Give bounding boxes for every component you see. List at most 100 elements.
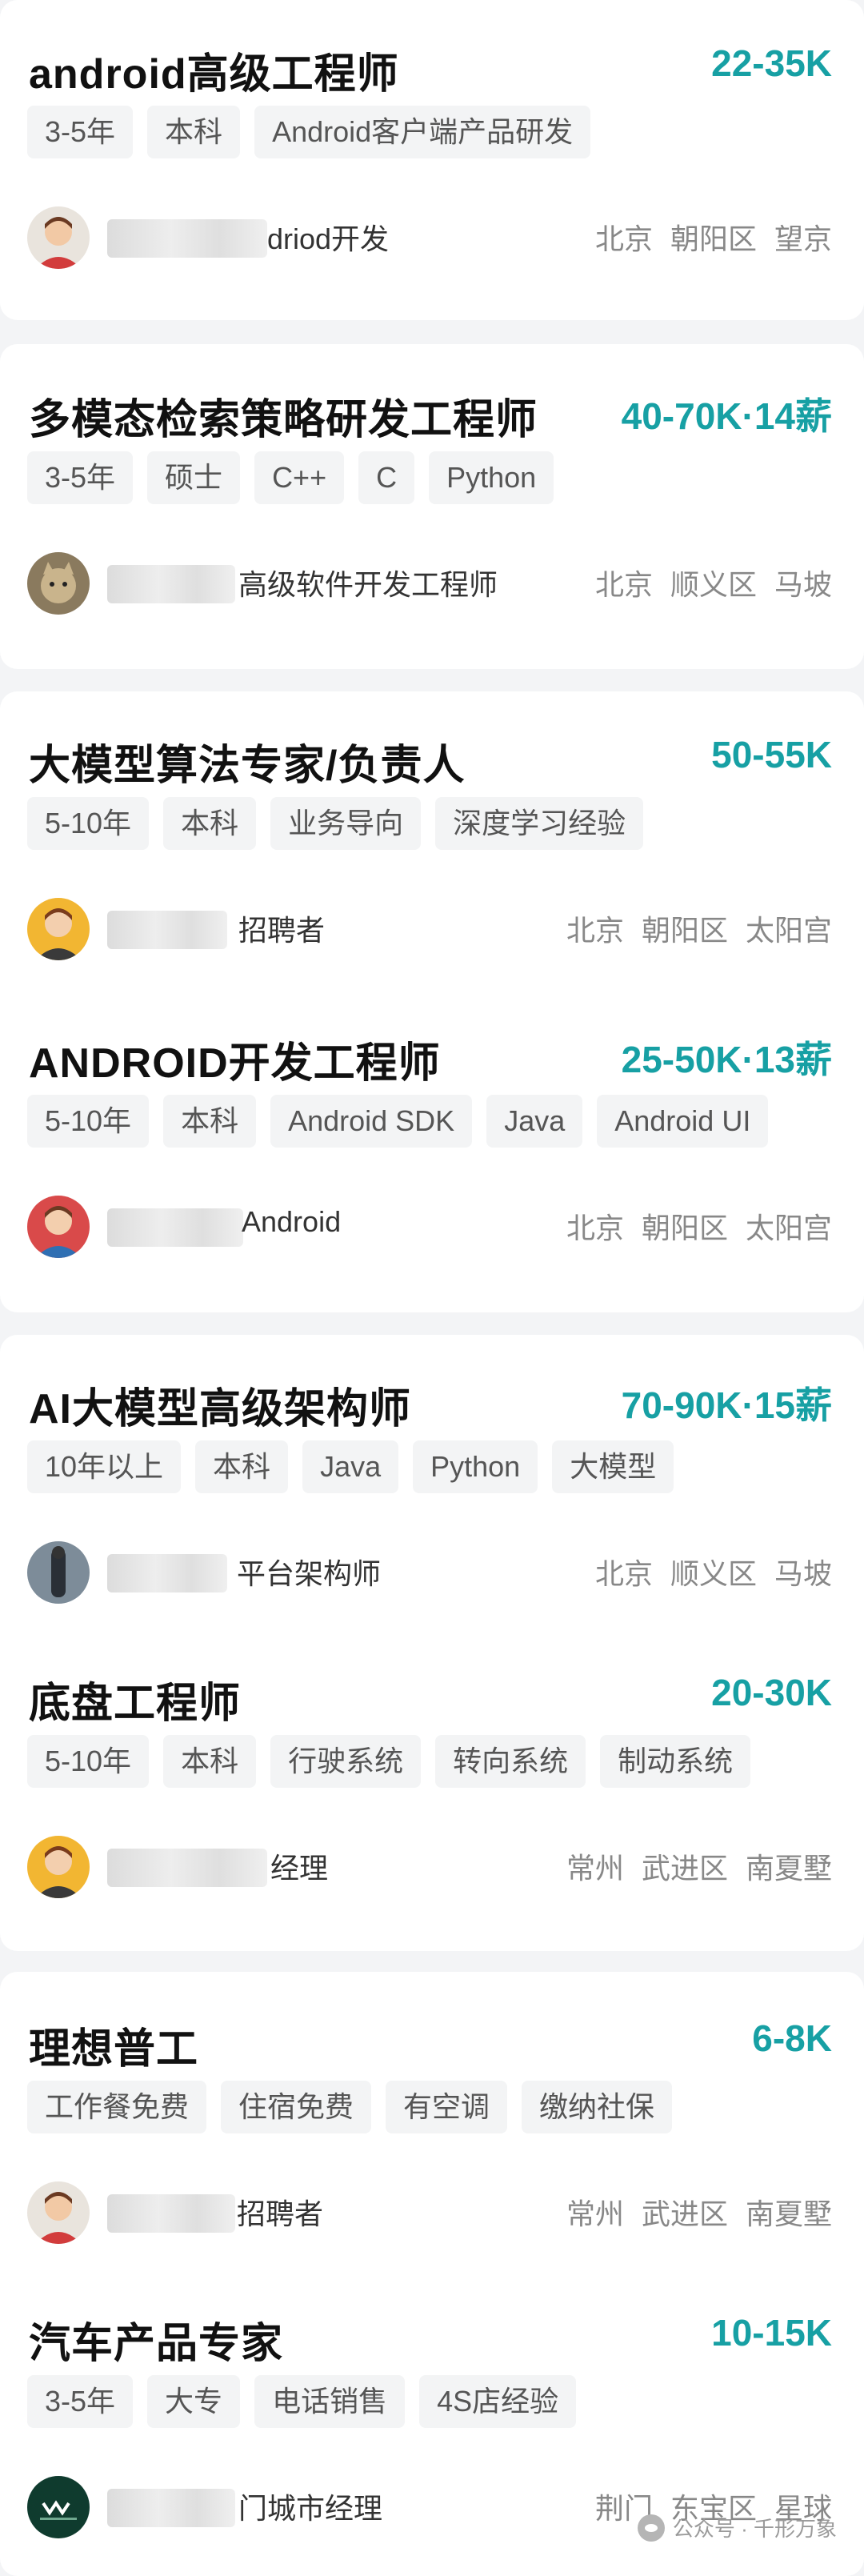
tag: 行驶系统 bbox=[270, 1735, 422, 1788]
avatar-man-red-shirt-icon bbox=[27, 2181, 90, 2244]
blurred-name bbox=[107, 1554, 227, 1592]
avatar-brand-logo-icon bbox=[27, 2476, 90, 2538]
tag-list: 工作餐免费 住宿免费 有空调 缴纳社保 bbox=[27, 2081, 673, 2133]
tag: 硕士 bbox=[147, 451, 241, 504]
blurred-name bbox=[107, 1849, 267, 1887]
tag: 业务导向 bbox=[270, 797, 422, 850]
tag: Java bbox=[486, 1095, 583, 1148]
salary: 10-15K bbox=[711, 2312, 832, 2354]
job-title[interactable]: 理想普工 bbox=[29, 2015, 198, 2075]
tag: 本科 bbox=[195, 1440, 289, 1493]
location: 北京 顺义区 马坡 bbox=[594, 1557, 832, 1590]
tag: Python bbox=[429, 451, 554, 504]
recruiter-name: driod开发 bbox=[267, 222, 390, 255]
location: 北京 朝阳区 太阳宫 bbox=[566, 1212, 832, 1244]
tag: 大专 bbox=[147, 2375, 241, 2428]
tag: 5-10年 bbox=[27, 1095, 150, 1148]
tag: C bbox=[358, 451, 415, 504]
avatar-man-red-shirt-icon bbox=[27, 206, 90, 269]
recruiter-row[interactable]: 招聘者 常州 武进区 南夏墅 bbox=[27, 2181, 832, 2245]
job-card[interactable]: 多模态检索策略研发工程师 40-70K·14薪 3-5年 硕士 C++ C Py… bbox=[0, 344, 864, 669]
salary: 22-35K bbox=[711, 42, 832, 84]
recruiter-row[interactable]: 经理 常州 武进区 南夏墅 bbox=[27, 1836, 832, 1900]
tag: Android SDK bbox=[270, 1095, 473, 1148]
tag: 制动系统 bbox=[600, 1735, 751, 1788]
job-title[interactable]: 多模态检索策略研发工程师 bbox=[29, 386, 538, 446]
location: 常州 武进区 南夏墅 bbox=[566, 1852, 832, 1885]
tag: 缴纳社保 bbox=[522, 2081, 673, 2133]
tag-list: 10年以上 本科 Java Python 大模型 bbox=[27, 1440, 674, 1493]
tag: 3-5年 bbox=[27, 2375, 134, 2428]
job-title[interactable]: ANDROID开发工程师 bbox=[29, 1029, 441, 1089]
location: 常州 武进区 南夏墅 bbox=[566, 2197, 832, 2230]
tag: 10年以上 bbox=[27, 1440, 182, 1493]
recruiter-name: 经理 bbox=[270, 1852, 329, 1885]
tag: Android UI bbox=[597, 1095, 769, 1148]
recruiter-row[interactable]: 招聘者 北京 朝阳区 太阳宫 bbox=[27, 898, 832, 962]
recruiter-row[interactable]: 高级软件开发工程师 北京 顺义区 马坡 bbox=[27, 552, 832, 616]
tag-list: 3-5年 大专 电话销售 4S店经验 bbox=[27, 2375, 577, 2428]
location: 北京 顺义区 马坡 bbox=[594, 568, 832, 601]
job-title[interactable]: android高级工程师 bbox=[29, 40, 399, 100]
blurred-name bbox=[107, 1208, 243, 1247]
blurred-name bbox=[107, 565, 235, 603]
wechat-icon bbox=[637, 2514, 665, 2542]
blurred-name bbox=[107, 911, 227, 949]
salary: 50-55K bbox=[711, 734, 832, 775]
tag: 工作餐免费 bbox=[27, 2081, 207, 2133]
salary: 70-90K·15薪 bbox=[621, 1384, 832, 1426]
tag: 3-5年 bbox=[27, 451, 134, 504]
salary: 20-30K bbox=[711, 1672, 832, 1713]
job-feed: android高级工程师 22-35K 3-5年 本科 Android客户端产品… bbox=[0, 0, 864, 2576]
tag: 转向系统 bbox=[435, 1735, 586, 1788]
tag-list: 5-10年 本科 Android SDK Java Android UI bbox=[27, 1095, 769, 1148]
tag: 3-5年 bbox=[27, 106, 134, 158]
watermark-text: 公众号 · 千形万象 bbox=[672, 2517, 837, 2541]
tag: 本科 bbox=[163, 1735, 257, 1788]
recruiter-name: 门城市经理 bbox=[238, 2492, 383, 2525]
tag: 有空调 bbox=[386, 2081, 508, 2133]
recruiter-row[interactable]: driod开发 北京 朝阳区 望京 bbox=[27, 206, 832, 270]
recruiter-row[interactable]: 平台架构师 北京 顺义区 马坡 bbox=[27, 1541, 832, 1605]
blurred-name bbox=[107, 2489, 235, 2527]
tag: 5-10年 bbox=[27, 1735, 150, 1788]
recruiter-name: 招聘者 bbox=[238, 914, 326, 947]
tag: 大模型 bbox=[552, 1440, 674, 1493]
tag: Python bbox=[413, 1440, 538, 1493]
avatar-man-yellow-icon bbox=[27, 898, 90, 960]
tag-list: 5-10年 本科 行驶系统 转向系统 制动系统 bbox=[27, 1735, 751, 1788]
tag: Java bbox=[302, 1440, 399, 1493]
recruiter-name: 招聘者 bbox=[237, 2197, 324, 2230]
tag: 本科 bbox=[147, 106, 241, 158]
recruiter-name: 高级软件开发工程师 bbox=[238, 568, 498, 601]
location: 北京 朝阳区 太阳宫 bbox=[566, 914, 832, 947]
recruiter-name: 平台架构师 bbox=[237, 1557, 382, 1590]
tag: 本科 bbox=[163, 1095, 257, 1148]
tag: 电话销售 bbox=[254, 2375, 406, 2428]
avatar-person-photo-icon bbox=[27, 1541, 90, 1604]
tag-list: 5-10年 本科 业务导向 深度学习经验 bbox=[27, 797, 644, 850]
avatar-man-yellow-icon bbox=[27, 1836, 90, 1898]
recruiter-name: Android bbox=[242, 1205, 342, 1238]
tag: 5-10年 bbox=[27, 797, 150, 850]
job-card-group: 理想普工 6-8K 工作餐免费 住宿免费 有空调 缴纳社保 招聘者 常州 武进区南… bbox=[0, 1972, 864, 2576]
salary: 40-70K·14薪 bbox=[621, 395, 832, 437]
salary: 25-50K·13薪 bbox=[621, 1039, 832, 1080]
salary: 6-8K bbox=[752, 2017, 832, 2059]
job-card[interactable]: android高级工程师 22-35K 3-5年 本科 Android客户端产品… bbox=[0, 0, 864, 320]
job-title[interactable]: 汽车产品专家 bbox=[29, 2310, 283, 2370]
tag: 深度学习经验 bbox=[435, 797, 644, 850]
avatar-cat-photo-icon bbox=[27, 552, 90, 615]
tag: 住宿免费 bbox=[221, 2081, 372, 2133]
tag: C++ bbox=[254, 451, 345, 504]
avatar-man-red-icon bbox=[27, 1196, 90, 1258]
tag-list: 3-5年 硕士 C++ C Python bbox=[27, 451, 554, 504]
recruiter-row[interactable]: Android 北京 朝阳区 太阳宫 bbox=[27, 1196, 832, 1260]
job-title[interactable]: 底盘工程师 bbox=[29, 1669, 241, 1729]
tag: 本科 bbox=[163, 797, 257, 850]
tag: 4S店经验 bbox=[419, 2375, 577, 2428]
job-title[interactable]: 大模型算法专家/负责人 bbox=[29, 731, 465, 791]
job-card-group: 大模型算法专家/负责人 50-55K 5-10年 本科 业务导向 深度学习经验 … bbox=[0, 691, 864, 1312]
job-card-group: AI大模型高级架构师 70-90K·15薪 10年以上 本科 Java Pyth… bbox=[0, 1335, 864, 1951]
job-title[interactable]: AI大模型高级架构师 bbox=[29, 1375, 411, 1435]
